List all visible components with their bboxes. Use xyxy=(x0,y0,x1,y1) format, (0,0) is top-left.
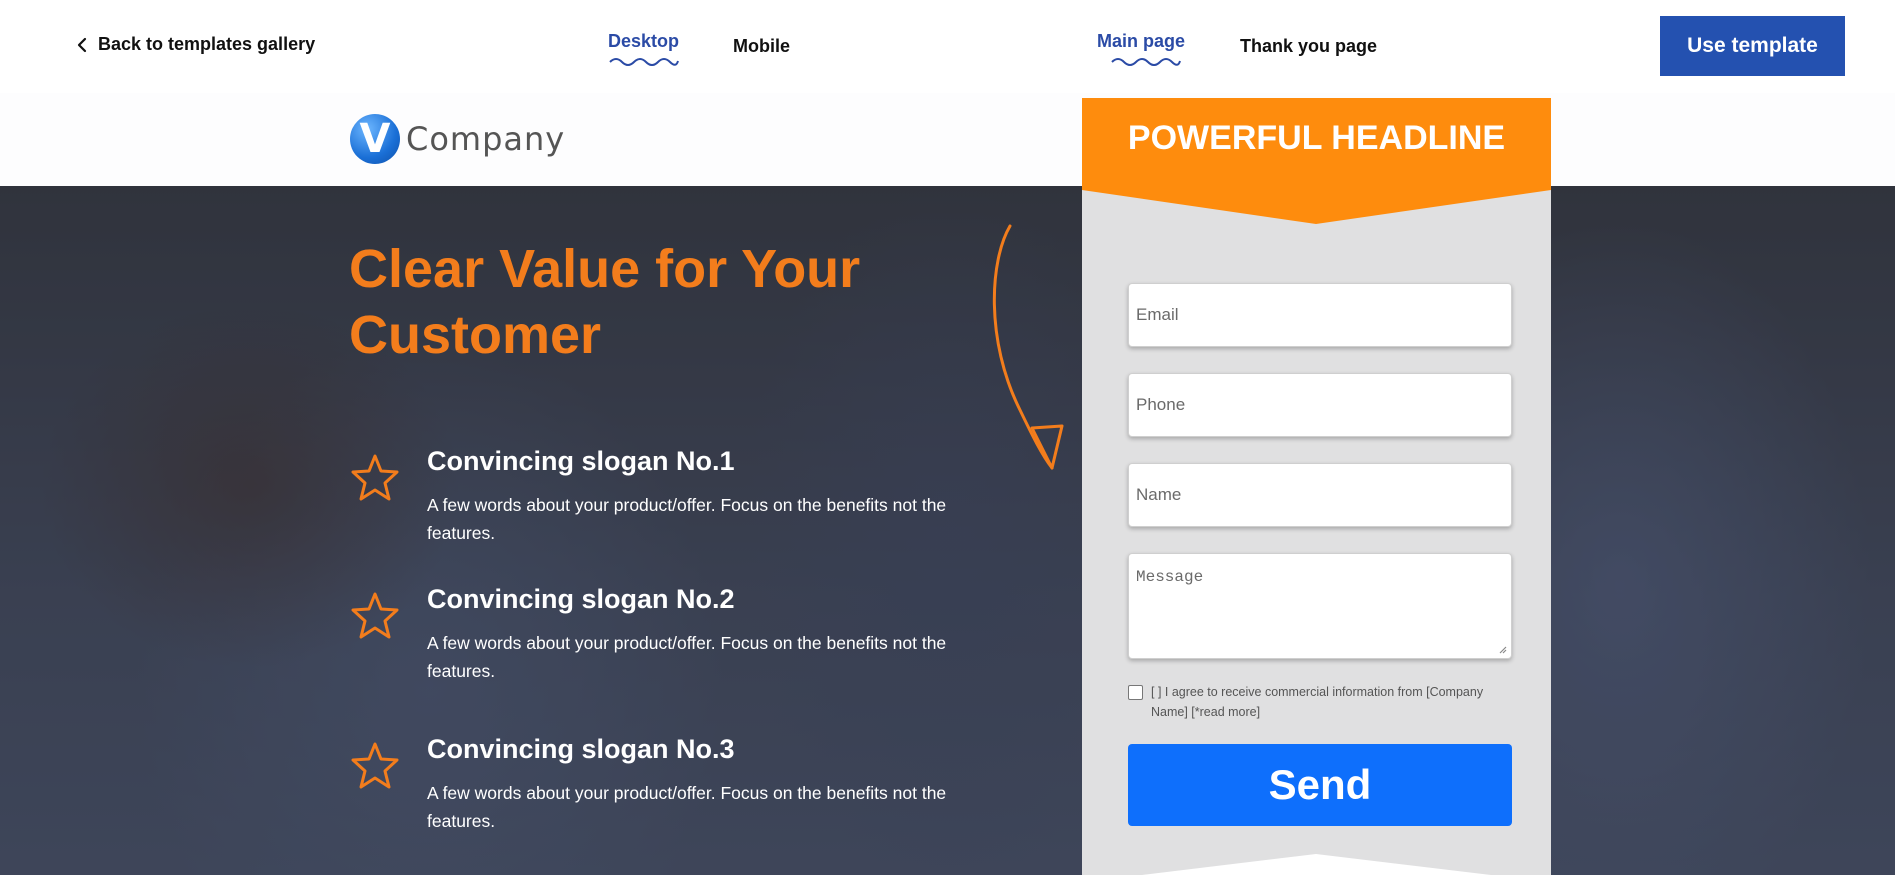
star-outline-icon xyxy=(351,592,399,639)
feature-title: Convincing slogan No.2 xyxy=(427,584,735,614)
consent-text: [ ] I agree to receive commercial inform… xyxy=(1151,685,1484,719)
message-placeholder: Message xyxy=(1136,568,1204,586)
consent-checkbox[interactable] xyxy=(1128,685,1143,700)
hero-background-image xyxy=(0,186,1895,875)
chevron-left-icon xyxy=(77,37,87,52)
message-field[interactable]: Message xyxy=(1128,553,1512,659)
tab-mobile-label: Mobile xyxy=(733,36,790,56)
active-underline-squiggle xyxy=(1111,58,1181,66)
name-field[interactable]: Name xyxy=(1128,463,1512,527)
feature-text: A few words about your product/offer. Fo… xyxy=(427,783,947,831)
headline-banner-chevron xyxy=(1082,186,1551,224)
tab-thank-you-label: Thank you page xyxy=(1240,36,1378,56)
tab-main-page[interactable]: Main page xyxy=(1097,31,1186,66)
company-logo[interactable]: V Company xyxy=(350,114,565,164)
tab-mobile[interactable]: Mobile xyxy=(733,36,790,57)
tab-thank-you-page[interactable]: Thank you page xyxy=(1240,36,1377,57)
feature-title: Convincing slogan No.3 xyxy=(427,734,735,764)
use-template-button[interactable]: Use template xyxy=(1660,16,1845,76)
logo-mark-icon: V xyxy=(350,114,400,164)
star-outline-icon xyxy=(351,454,399,501)
form-headline: POWERFUL HEADLINE xyxy=(1127,118,1506,157)
panel-bottom-chevron xyxy=(1142,854,1491,875)
star-outline-icon xyxy=(351,742,399,789)
email-field[interactable]: Email xyxy=(1128,283,1512,347)
feature-text: A few words about your product/offer. Fo… xyxy=(427,633,947,681)
feature-text: A few words about your product/offer. Fo… xyxy=(427,495,947,543)
active-underline-squiggle xyxy=(609,58,679,66)
lead-form-panel: POWERFUL HEADLINE Email Phone Name Messa… xyxy=(1082,98,1551,875)
curved-arrow-icon xyxy=(992,224,1064,470)
feature-title: Convincing slogan No.1 xyxy=(427,446,735,476)
back-link-label: Back to templates gallery xyxy=(98,34,316,54)
logo-text: Company xyxy=(406,120,566,158)
send-button[interactable]: Send xyxy=(1128,744,1512,826)
tab-desktop-label: Desktop xyxy=(608,31,680,51)
back-to-gallery-link[interactable]: Back to templates gallery xyxy=(76,34,315,55)
tab-main-page-label: Main page xyxy=(1097,31,1186,51)
phone-field[interactable]: Phone xyxy=(1128,373,1512,437)
preview-header xyxy=(0,93,1895,186)
tab-desktop[interactable]: Desktop xyxy=(608,31,680,66)
editor-toolbar: Back to templates gallery Desktop Mobile… xyxy=(0,0,1895,93)
consent-row: [ ] I agree to receive commercial inform… xyxy=(1128,682,1512,722)
hero-title: Clear Value for Your Customer xyxy=(349,239,861,365)
resize-handle-icon[interactable] xyxy=(1497,644,1507,654)
